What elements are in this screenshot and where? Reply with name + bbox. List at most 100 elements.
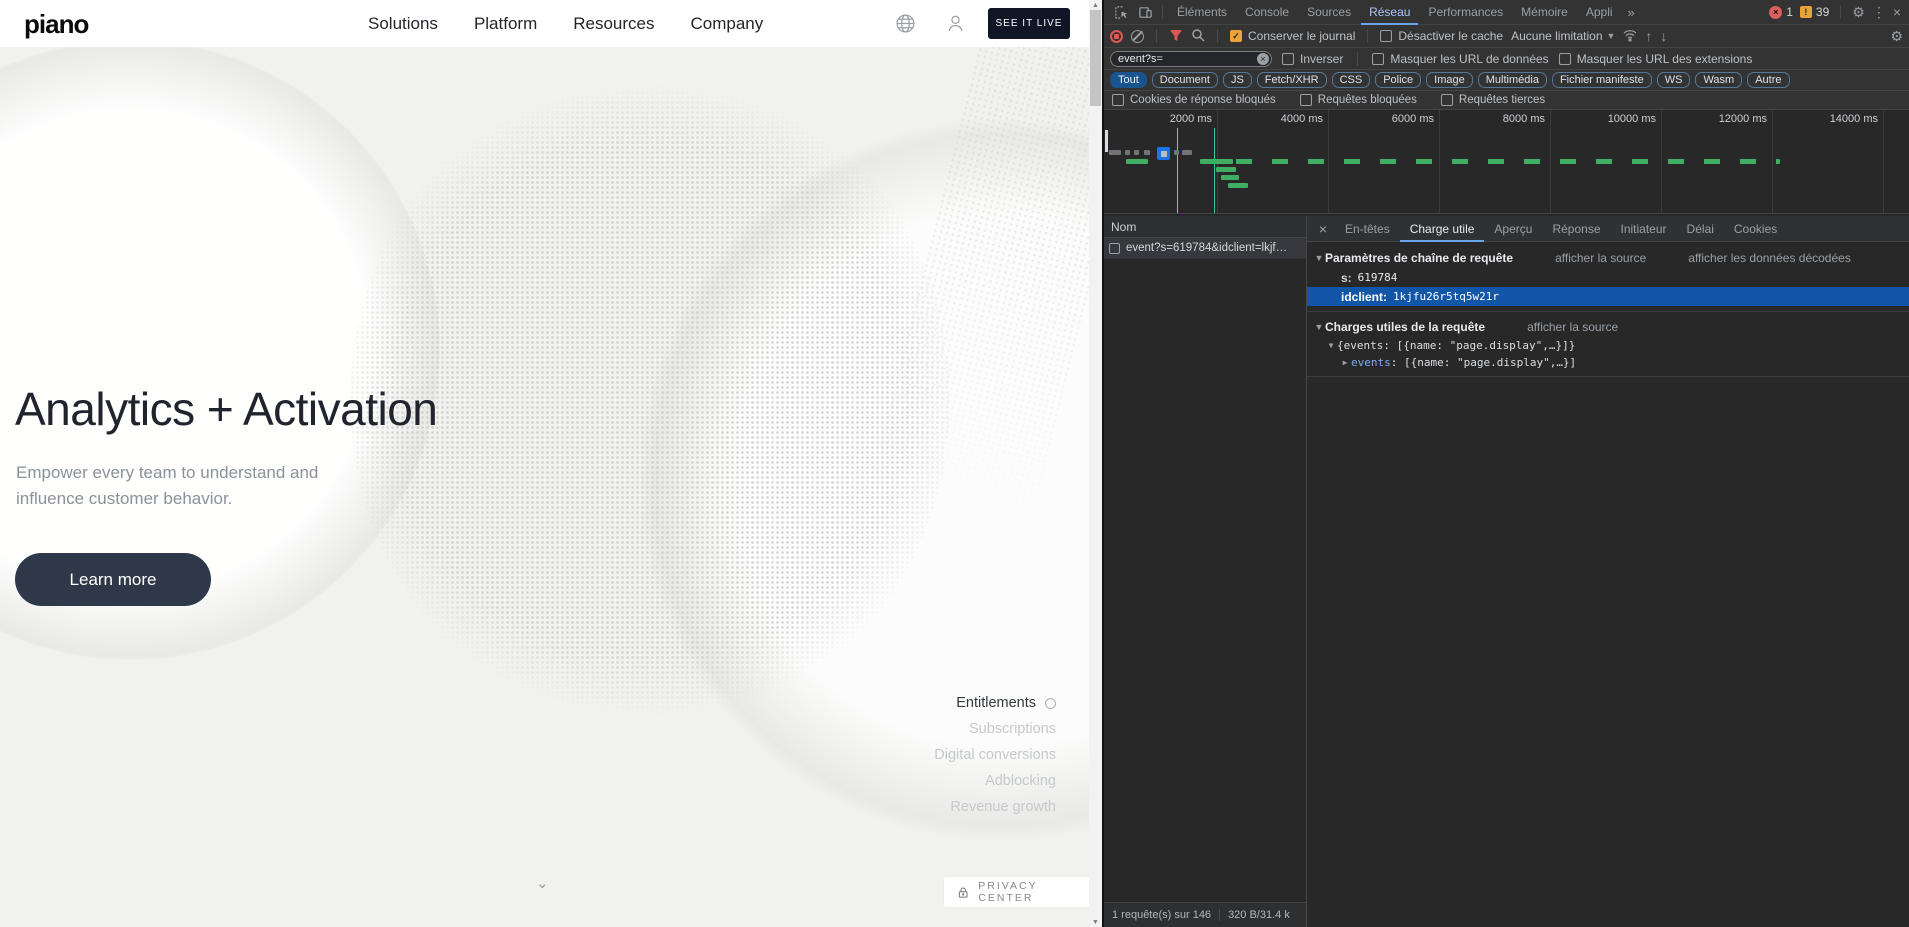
- scrollbar-thumb[interactable]: [1090, 10, 1101, 106]
- request-list-column-header[interactable]: Nom: [1104, 216, 1306, 238]
- chip-image[interactable]: Image: [1426, 72, 1473, 88]
- hide-extension-urls-checkbox[interactable]: Masquer les URL des extensions: [1559, 52, 1753, 66]
- blocked-requests-checkbox[interactable]: Requêtes bloquées: [1300, 94, 1417, 106]
- query-param-row[interactable]: s: 619784: [1307, 268, 1909, 287]
- scrollbar-up-arrow[interactable]: ▲: [1089, 0, 1102, 10]
- tab-sources[interactable]: Sources: [1299, 0, 1359, 25]
- tab-timing[interactable]: Délai: [1677, 216, 1724, 242]
- chip-font[interactable]: Police: [1375, 72, 1421, 88]
- privacy-center-button[interactable]: PRIVACY CENTER: [944, 877, 1089, 907]
- tab-preview[interactable]: Aperçu: [1484, 216, 1542, 242]
- tab-response[interactable]: Réponse: [1542, 216, 1610, 242]
- piano-logo[interactable]: piano: [24, 9, 88, 40]
- feature-digital-conversions[interactable]: Digital conversions: [700, 742, 1056, 768]
- tab-headers[interactable]: En-têtes: [1335, 216, 1400, 242]
- feature-subscriptions[interactable]: Subscriptions: [700, 716, 1056, 742]
- checkbox-unchecked-icon: [1441, 94, 1453, 106]
- tab-initiator[interactable]: Initiateur: [1611, 216, 1677, 242]
- view-source-link[interactable]: afficher la source: [1555, 251, 1646, 265]
- triangle-down-icon: ▼: [1313, 253, 1325, 263]
- time-tick: 6000 ms: [1392, 113, 1439, 125]
- language-globe-icon[interactable]: [895, 13, 916, 34]
- inspect-element-icon[interactable]: [1110, 2, 1132, 22]
- filter-funnel-icon[interactable]: [1169, 28, 1183, 45]
- time-tick: 12000 ms: [1719, 113, 1772, 125]
- network-overview-timeline[interactable]: 2000 ms 4000 ms 6000 ms 8000 ms 10000 ms…: [1104, 110, 1909, 214]
- chip-ws[interactable]: WS: [1657, 72, 1691, 88]
- overview-drag-handle[interactable]: [1105, 130, 1108, 152]
- page-scrollbar[interactable]: ▲ ▼: [1089, 0, 1102, 927]
- piano-website: piano Solutions Platform Resources Compa…: [0, 0, 1089, 927]
- close-details-icon[interactable]: ×: [1311, 221, 1335, 237]
- request-checkbox[interactable]: [1109, 243, 1120, 254]
- third-party-requests-checkbox[interactable]: Requêtes tierces: [1441, 94, 1545, 106]
- export-har-icon[interactable]: ↓: [1660, 29, 1667, 43]
- chip-all[interactable]: Tout: [1110, 72, 1147, 88]
- more-tabs-icon[interactable]: »: [1623, 5, 1640, 20]
- divider: [1357, 52, 1358, 66]
- learn-more-button[interactable]: Learn more: [15, 553, 211, 606]
- view-source-link[interactable]: afficher la source: [1527, 320, 1618, 334]
- search-icon[interactable]: [1191, 28, 1205, 45]
- tab-performance[interactable]: Performances: [1420, 0, 1511, 25]
- payload-object-row[interactable]: ▼ {events: [{name: "page.display",…}]}: [1307, 337, 1909, 354]
- feature-adblocking[interactable]: Adblocking: [700, 768, 1056, 794]
- error-badge[interactable]: × 1: [1769, 5, 1793, 19]
- chip-manifest[interactable]: Fichier manifeste: [1552, 72, 1652, 88]
- preserve-log-checkbox[interactable]: ✓ Conserver le journal: [1230, 29, 1355, 43]
- nav-company[interactable]: Company: [691, 14, 764, 34]
- payload-panel: ▼ Paramètres de chaîne de requête affich…: [1307, 242, 1909, 927]
- tab-payload[interactable]: Charge utile: [1400, 216, 1485, 242]
- clear-filter-icon[interactable]: ×: [1257, 53, 1269, 65]
- nav-solutions[interactable]: Solutions: [368, 14, 438, 34]
- chip-wasm[interactable]: Wasm: [1695, 72, 1742, 88]
- filter-input[interactable]: [1110, 51, 1272, 67]
- checkbox-unchecked-icon: [1372, 53, 1384, 65]
- close-devtools-icon[interactable]: ×: [1893, 5, 1901, 19]
- network-settings-gear-icon[interactable]: ⚙: [1890, 29, 1903, 43]
- clear-network-log-icon[interactable]: [1131, 30, 1144, 43]
- request-payload-section-header[interactable]: ▼ Charges utiles de la requête afficher …: [1307, 317, 1909, 337]
- network-conditions-icon[interactable]: [1623, 28, 1637, 45]
- throttling-dropdown[interactable]: Aucune limitation ▼: [1511, 29, 1615, 43]
- invert-checkbox[interactable]: Inverser: [1282, 52, 1343, 66]
- chip-fetch-xhr[interactable]: Fetch/XHR: [1257, 72, 1327, 88]
- blocked-response-cookies-checkbox[interactable]: Cookies de réponse bloqués: [1112, 94, 1276, 106]
- chip-css[interactable]: CSS: [1332, 72, 1371, 88]
- kebab-menu-icon[interactable]: ⋮: [1872, 5, 1886, 19]
- chip-other[interactable]: Autre: [1747, 72, 1789, 88]
- tab-cookies[interactable]: Cookies: [1724, 216, 1787, 242]
- nav-platform[interactable]: Platform: [474, 14, 537, 34]
- import-har-icon[interactable]: ↑: [1645, 29, 1652, 43]
- tab-application[interactable]: Appli: [1578, 0, 1621, 25]
- divider: [1367, 29, 1368, 43]
- record-network-log-icon[interactable]: [1110, 30, 1123, 43]
- chip-media[interactable]: Multimédia: [1478, 72, 1547, 88]
- tab-network[interactable]: Réseau: [1361, 0, 1418, 25]
- see-it-live-button[interactable]: SEE IT LIVE: [988, 8, 1070, 39]
- account-user-icon[interactable]: [945, 13, 966, 34]
- settings-gear-icon[interactable]: ⚙: [1852, 5, 1865, 19]
- time-tick: 14000 ms: [1830, 113, 1883, 125]
- divider: [1840, 5, 1841, 19]
- feature-entitlements[interactable]: Entitlements: [700, 690, 1056, 716]
- query-string-section-header[interactable]: ▼ Paramètres de chaîne de requête affich…: [1307, 248, 1909, 268]
- device-toolbar-icon[interactable]: [1134, 2, 1156, 22]
- warning-badge[interactable]: ! 39: [1800, 5, 1829, 19]
- hide-data-urls-checkbox[interactable]: Masquer les URL de données: [1372, 52, 1548, 66]
- scroll-down-chevron-icon[interactable]: ⌄: [536, 874, 549, 892]
- view-decoded-link[interactable]: afficher les données décodées: [1688, 251, 1851, 265]
- request-bar: [1125, 150, 1130, 155]
- payload-events-row[interactable]: ▶ events : [{name: "page.display",…}]: [1307, 354, 1909, 371]
- chip-document[interactable]: Document: [1152, 72, 1218, 88]
- tab-memory[interactable]: Mémoire: [1513, 0, 1576, 25]
- scrollbar-down-arrow[interactable]: ▼: [1089, 917, 1102, 927]
- request-row[interactable]: event?s=619784&idclient=lkjf…: [1104, 238, 1306, 259]
- tab-console[interactable]: Console: [1237, 0, 1297, 25]
- disable-cache-checkbox[interactable]: Désactiver le cache: [1380, 29, 1503, 43]
- chip-js[interactable]: JS: [1223, 72, 1252, 88]
- query-param-row-selected[interactable]: idclient: 1kjfu26r5tq5w21r: [1307, 287, 1909, 306]
- tab-elements[interactable]: Éléments: [1169, 0, 1235, 25]
- nav-resources[interactable]: Resources: [573, 14, 654, 34]
- feature-revenue-growth[interactable]: Revenue growth: [700, 794, 1056, 820]
